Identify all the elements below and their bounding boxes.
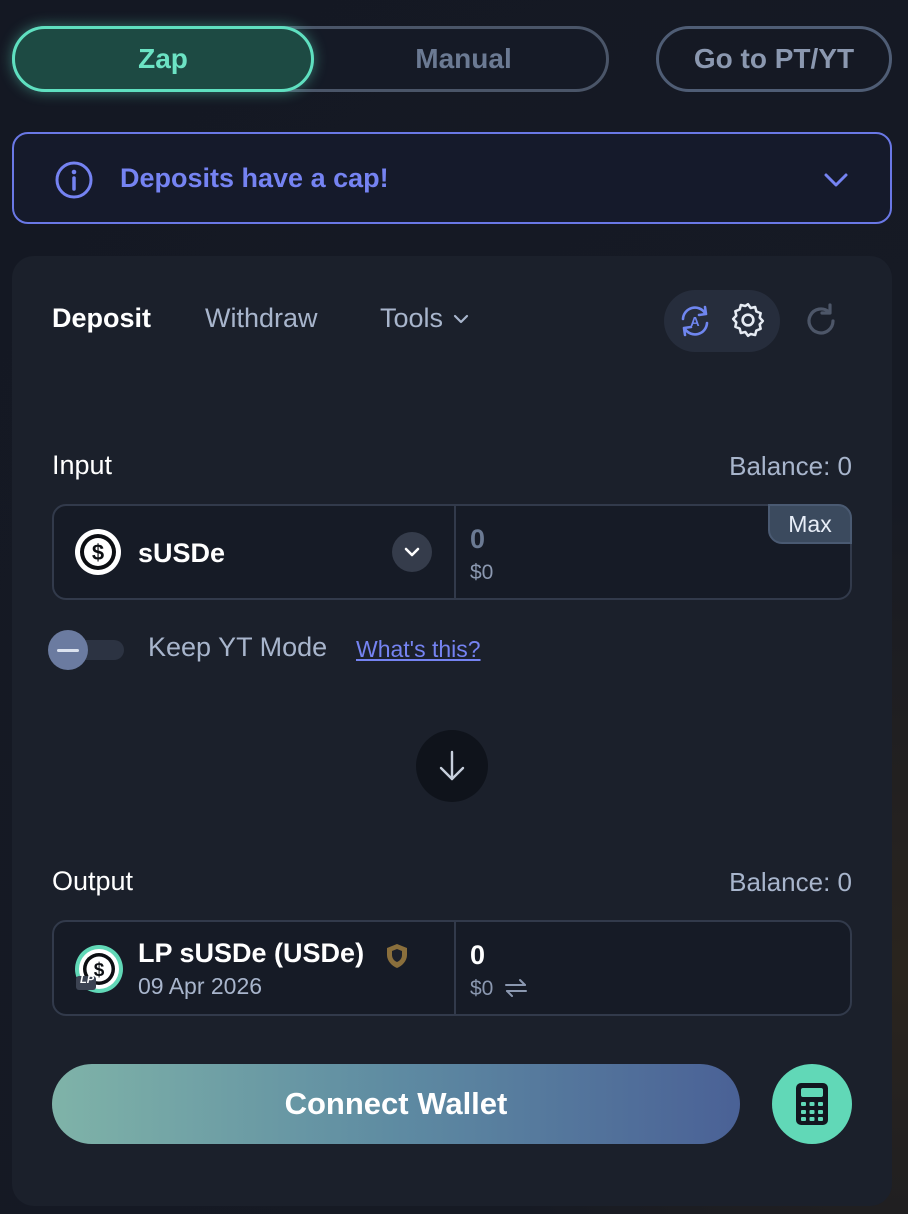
shield-icon	[387, 944, 407, 968]
deposit-cap-banner[interactable]: Deposits have a cap!	[12, 132, 892, 224]
auto-swap-icon[interactable]: A	[676, 302, 714, 340]
calculator-icon	[796, 1083, 828, 1125]
svg-text:A: A	[690, 314, 700, 329]
tab-withdraw[interactable]: Withdraw	[205, 303, 318, 334]
lp-badge: LP	[80, 974, 95, 986]
output-token-name: LP sUSDe (USDe)	[138, 938, 365, 968]
gear-icon[interactable]	[728, 300, 768, 340]
output-usd-value: $0	[470, 977, 494, 1000]
keep-yt-label: Keep YT Mode	[148, 632, 328, 662]
input-usd-value: $0	[470, 561, 494, 584]
chevron-down-icon[interactable]	[822, 166, 850, 194]
mode-manual-button[interactable]: Manual	[315, 26, 612, 92]
swap-arrows-icon[interactable]	[504, 978, 528, 998]
max-button[interactable]: Max	[768, 504, 852, 544]
token-select-button[interactable]	[392, 532, 432, 572]
input-token-name: sUSDe	[138, 538, 226, 568]
input-field: $ sUSDe 0 $0 Max	[52, 504, 852, 600]
tab-tools[interactable]: Tools	[380, 303, 471, 334]
susde-token-icon: $	[75, 529, 121, 575]
output-label: Output	[52, 866, 134, 896]
input-balance: Balance: 0	[729, 451, 852, 481]
whats-this-link[interactable]: What's this?	[356, 636, 481, 663]
tab-tools-label: Tools	[380, 303, 444, 333]
input-amount[interactable]: 0	[470, 524, 485, 555]
tab-deposit[interactable]: Deposit	[52, 303, 151, 334]
refresh-icon[interactable]	[800, 300, 842, 342]
connect-wallet-button[interactable]: Connect Wallet	[52, 1064, 740, 1144]
goto-pt-yt-button[interactable]: Go to PT/YT	[656, 26, 892, 92]
direction-arrow	[416, 730, 488, 802]
output-field: $ LP LP sUSDe (USDe) 09 Apr 2026 0 $0	[52, 920, 852, 1016]
lp-token-icon: $	[75, 945, 123, 993]
info-icon	[55, 161, 93, 199]
arrow-down-icon	[439, 750, 465, 781]
banner-text: Deposits have a cap!	[120, 162, 389, 193]
output-amount: 0	[470, 940, 486, 970]
field-divider	[454, 922, 456, 1014]
field-divider	[454, 506, 456, 598]
mode-zap-button[interactable]: Zap	[12, 26, 314, 92]
keep-yt-toggle[interactable]	[48, 630, 88, 670]
chevron-down-icon	[453, 314, 469, 323]
chevron-down-icon	[404, 547, 420, 557]
output-balance: Balance: 0	[729, 867, 852, 897]
svg-text:$: $	[92, 540, 104, 565]
maturity-date: 09 Apr 2026	[138, 973, 263, 999]
mode-switch: Zap Manual	[12, 26, 609, 92]
input-label: Input	[52, 450, 113, 480]
calculator-button[interactable]	[772, 1064, 852, 1144]
